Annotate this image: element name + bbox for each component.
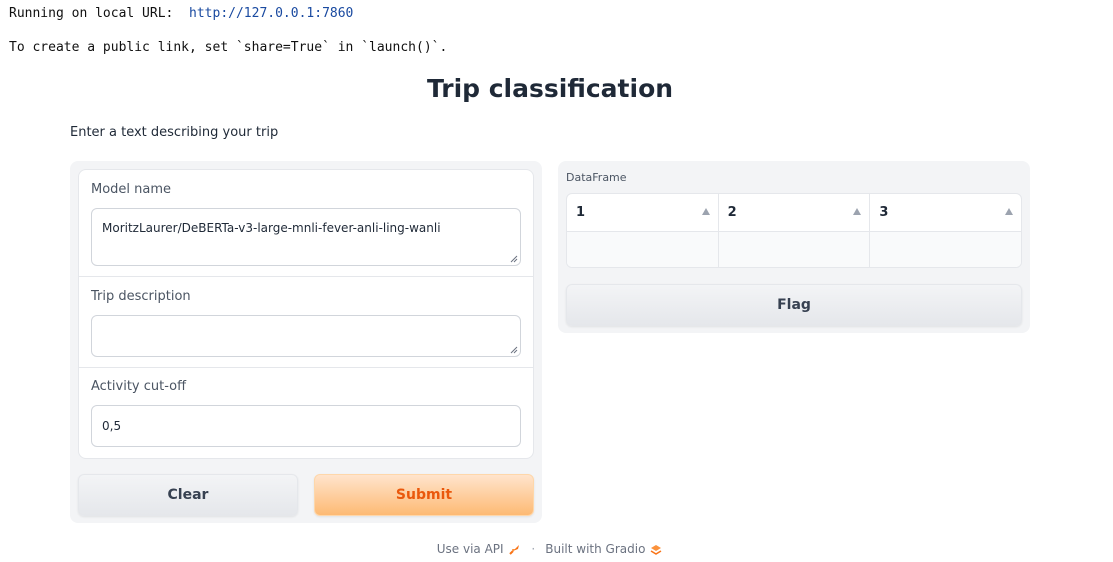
dataframe-cell[interactable] [567, 232, 719, 267]
built-with-gradio-label: Built with Gradio [545, 542, 646, 556]
dataframe-table: 1 2 3 [566, 193, 1022, 268]
input-form: Model name MoritzLaurer/DeBERTa-v3-large… [78, 169, 534, 459]
built-with-gradio-link[interactable]: Built with Gradio [545, 542, 663, 557]
console-url-prefix: Running on local URL: [9, 6, 190, 21]
dataframe-cell[interactable] [719, 232, 871, 267]
console-output: Running on local URL: http://127.0.0.1:7… [9, 6, 447, 56]
console-line-share: To create a public link, set `share=True… [9, 40, 448, 55]
column-header-label: 1 [576, 205, 586, 220]
input-panel: Model name MoritzLaurer/DeBERTa-v3-large… [70, 161, 542, 523]
dataframe-header-cell[interactable]: 1 [567, 194, 719, 231]
trip-description-input[interactable] [91, 315, 521, 357]
use-via-api-label: Use via API [436, 542, 504, 556]
trip-description-label: Trip description [91, 289, 191, 304]
dataframe-cell[interactable] [870, 232, 1021, 267]
activity-cutoff-field: Activity cut-off 0,5 [79, 368, 533, 458]
dataframe-label: DataFrame [566, 171, 627, 184]
submit-button[interactable]: Submit [314, 474, 534, 516]
footer-separator: · [531, 542, 536, 557]
resize-handle-icon[interactable] [510, 255, 518, 263]
resize-handle-icon[interactable] [510, 346, 518, 354]
sort-arrow-icon[interactable] [853, 208, 862, 215]
model-name-label: Model name [91, 182, 172, 197]
activity-cutoff-value: 0,5 [102, 419, 122, 433]
column-header-label: 3 [879, 205, 889, 220]
clear-button[interactable]: Clear [78, 474, 298, 516]
local-url-link[interactable]: http://127.0.0.1:7860 [189, 6, 353, 21]
output-panel: DataFrame 1 2 3 Flag [558, 161, 1030, 333]
model-name-value: MoritzLaurer/DeBERTa-v3-large-mnli-fever… [102, 221, 441, 235]
rocket-icon [509, 544, 520, 555]
page-description: Enter a text describing your trip [70, 125, 279, 140]
activity-cutoff-label: Activity cut-off [91, 379, 187, 394]
sort-arrow-icon[interactable] [701, 208, 710, 215]
footer: Use via API · Built with Gradio [0, 542, 1100, 557]
column-header-label: 2 [727, 205, 737, 220]
dataframe-row [567, 232, 1021, 267]
dataframe-header-row: 1 2 3 [567, 194, 1021, 232]
flag-button[interactable]: Flag [566, 284, 1022, 326]
activity-cutoff-input[interactable]: 0,5 [91, 405, 521, 447]
dataframe-header-cell[interactable]: 3 [870, 194, 1021, 231]
model-name-input[interactable]: MoritzLaurer/DeBERTa-v3-large-mnli-fever… [91, 208, 521, 266]
model-name-field: Model name MoritzLaurer/DeBERTa-v3-large… [79, 170, 533, 277]
console-line-url: Running on local URL: http://127.0.0.1:7… [9, 6, 447, 22]
trip-description-field: Trip description [79, 277, 533, 368]
page-title: Trip classification [426, 74, 674, 103]
gradio-logo-icon [650, 544, 662, 555]
sort-arrow-icon[interactable] [1005, 208, 1014, 215]
dataframe-header-cell[interactable]: 2 [719, 194, 871, 231]
use-via-api-link[interactable]: Use via API [437, 542, 522, 557]
